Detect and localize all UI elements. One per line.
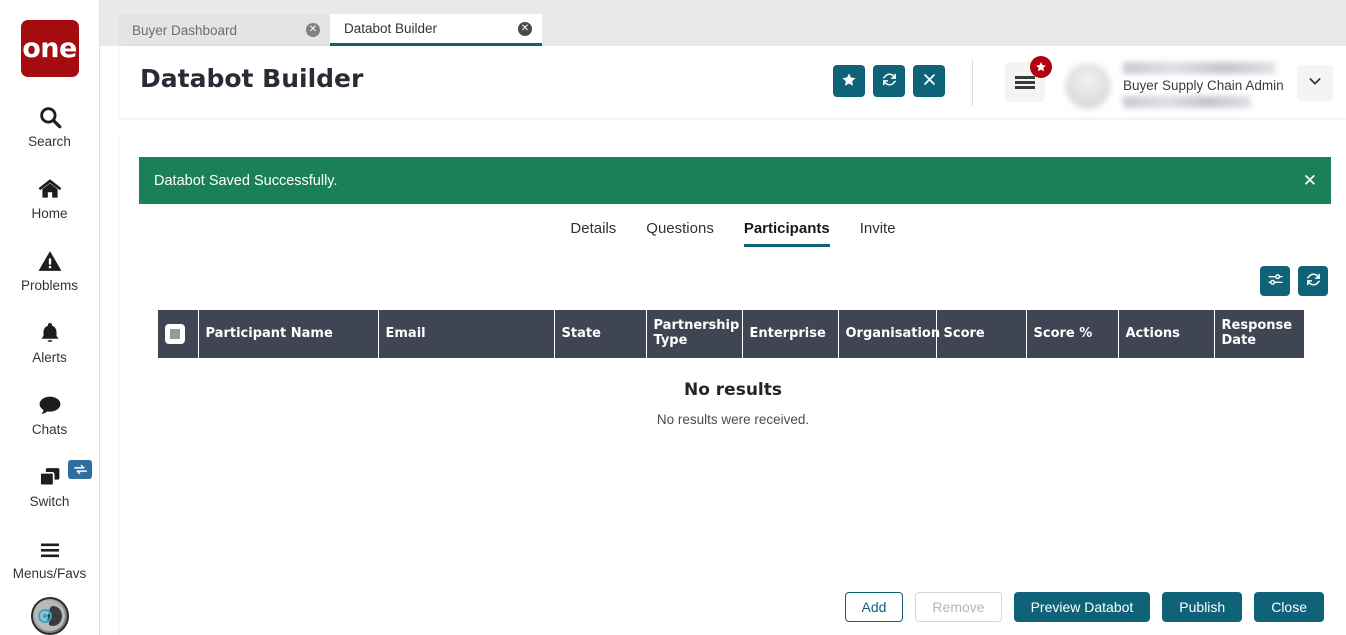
alert-close-icon[interactable]: ✕ [1303, 171, 1317, 191]
success-alert: Databot Saved Successfully. ✕ [139, 157, 1331, 204]
one-logo[interactable]: one [20, 20, 79, 78]
select-all-checkbox[interactable] [165, 324, 185, 344]
tab-databot-builder[interactable]: Databot Builder ✕ [330, 14, 542, 46]
user-info: Buyer Supply Chain Admin [1123, 62, 1298, 108]
refresh-icon [1305, 271, 1322, 291]
participants-table: Participant Name Email State Partnership… [158, 310, 1305, 358]
avatar[interactable] [1065, 63, 1111, 109]
tab-list: Buyer Dashboard ✕ Databot Builder ✕ [100, 14, 542, 46]
sidebar-label-home: Home [31, 206, 68, 222]
preview-databot-button[interactable]: Preview Databot [1013, 592, 1151, 622]
sidebar-label-switch: Switch [29, 494, 70, 510]
sidebar-label-menus-favs: Menus/Favs [12, 566, 87, 582]
sidebar-label-search: Search [28, 134, 71, 150]
app-root: one Search Home Problems Alerts Chats Sw… [0, 0, 1346, 635]
windows-stack-icon [36, 460, 64, 490]
empty-state-title: No results [683, 380, 783, 400]
alert-message: Databot Saved Successfully. [154, 172, 338, 189]
home-icon [36, 172, 64, 202]
close-button-footer[interactable]: Close [1254, 592, 1324, 622]
refresh-table-button[interactable] [1298, 266, 1328, 296]
user-menu-toggle[interactable] [1297, 65, 1333, 101]
sidebar-label-alerts: Alerts [32, 350, 67, 366]
chevron-down-icon [1307, 73, 1323, 94]
header-action-buttons [833, 65, 945, 97]
footer-actions: Add Remove Preview Databot Publish Close [844, 592, 1324, 622]
column-score-percent[interactable]: Score % [1026, 310, 1119, 358]
sidebar-item-switch[interactable]: Switch [0, 460, 99, 509]
user-role: Buyer Supply Chain Admin [1123, 78, 1284, 93]
swap-arrows-icon[interactable] [68, 460, 92, 480]
table-header-row: Participant Name Email State Partnership… [158, 310, 1305, 358]
close-x-icon [922, 72, 937, 90]
warning-triangle-icon [37, 244, 63, 274]
sidebar-item-menus-favs[interactable]: Menus/Favs [0, 532, 99, 581]
empty-state: No results No results were received. [120, 380, 1346, 427]
tab-questions[interactable]: Questions [646, 220, 714, 247]
tab-close-icon[interactable]: ✕ [518, 21, 532, 36]
sidebar-item-search[interactable]: Search [0, 100, 99, 149]
hamburger-menu-icon [1015, 74, 1035, 91]
column-organisation[interactable]: Organisation [838, 310, 940, 358]
select-all-header[interactable] [158, 310, 199, 358]
sidebar-label-problems: Problems [20, 278, 79, 294]
tab-close-icon[interactable]: ✕ [306, 23, 320, 37]
sidebar-item-alerts[interactable]: Alerts [0, 316, 99, 365]
column-participant-name[interactable]: Participant Name [198, 310, 379, 358]
content-panel: Databot Saved Successfully. ✕ Details Qu… [120, 132, 1346, 635]
column-email[interactable]: Email [378, 310, 555, 358]
browser-tab-strip: Buyer Dashboard ✕ Databot Builder ✕ [100, 0, 1346, 46]
star-icon [841, 72, 857, 91]
page-header: Databot Builder Buyer Supply Chain Admin [120, 46, 1346, 118]
tab-label: Buyer Dashboard [132, 22, 238, 38]
empty-state-subtitle: No results were received. [656, 412, 810, 427]
column-state[interactable]: State [554, 310, 647, 358]
header-divider [972, 60, 973, 106]
column-settings-button[interactable] [1260, 266, 1290, 296]
publish-button[interactable]: Publish [1162, 592, 1243, 622]
column-response-date[interactable]: Response Date [1214, 310, 1305, 358]
remove-button: Remove [915, 592, 1002, 622]
search-icon [37, 100, 63, 130]
tab-label: Databot Builder [344, 21, 438, 36]
tab-participants[interactable]: Participants [743, 220, 830, 247]
section-tabs: Details Questions Participants Invite [120, 220, 1346, 247]
column-score[interactable]: Score [936, 310, 1027, 358]
favorite-button[interactable] [833, 65, 865, 97]
tab-buyer-dashboard[interactable]: Buyer Dashboard ✕ [118, 14, 330, 46]
bell-icon [38, 316, 62, 346]
tab-invite[interactable]: Invite [860, 220, 896, 247]
star-badge-icon[interactable] [1030, 56, 1052, 78]
refresh-button[interactable] [873, 65, 905, 97]
column-enterprise[interactable]: Enterprise [742, 310, 839, 358]
user-org-masked [1123, 96, 1251, 108]
tab-details[interactable]: Details [570, 220, 616, 247]
refresh-icon [881, 71, 898, 91]
participants-table-wrapper: Participant Name Email State Partnership… [158, 310, 1308, 358]
ai-assistant-avatar-icon[interactable] [30, 597, 69, 635]
sidebar-label-chats: Chats [31, 422, 68, 438]
sliders-icon [1267, 271, 1284, 291]
table-toolbar [1260, 266, 1328, 296]
sidebar-item-problems[interactable]: Problems [0, 244, 99, 293]
column-actions[interactable]: Actions [1118, 310, 1215, 358]
chat-bubble-icon [36, 388, 64, 418]
column-partnership-type[interactable]: Partnership Type [646, 310, 743, 358]
close-button[interactable] [913, 65, 945, 97]
sidebar-item-chats[interactable]: Chats [0, 388, 99, 437]
user-name-masked [1123, 62, 1275, 74]
left-sidebar: one Search Home Problems Alerts Chats Sw… [0, 0, 100, 635]
page-title: Databot Builder [140, 64, 364, 93]
add-button[interactable]: Add [844, 592, 904, 622]
hamburger-icon [36, 532, 64, 562]
sidebar-item-home[interactable]: Home [0, 172, 99, 221]
